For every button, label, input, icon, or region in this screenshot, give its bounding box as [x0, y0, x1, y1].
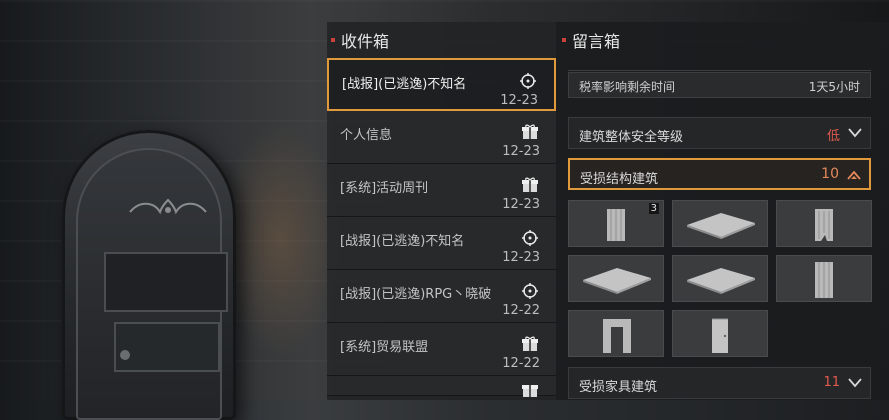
inbox-item-subject: [系统]活动周刊	[340, 181, 429, 196]
structure-tile[interactable]	[568, 255, 664, 302]
message-header[interactable]: 留言箱	[556, 22, 889, 57]
tax-timer-label: 税率影响剩余时间	[579, 80, 676, 94]
inbox-item[interactable]: [战报](已逃逸)不知名 12-23	[327, 58, 556, 111]
doorframe-icon	[603, 319, 631, 353]
crosshair-icon	[522, 230, 538, 246]
inbox-item[interactable]: [系统]贸易联盟 12-22	[327, 323, 556, 376]
background-light	[220, 120, 340, 360]
structure-tile[interactable]: 3	[568, 200, 664, 247]
safety-level-value: 低	[826, 129, 840, 144]
inbox-item[interactable]: 个人信息 12-23	[327, 111, 556, 164]
structure-tile[interactable]	[776, 200, 872, 247]
scrolled-row-edge	[568, 58, 871, 71]
inbox-item-subject: [战报](已逃逸)不知名	[340, 234, 465, 249]
damaged-furniture-section[interactable]: 受损家具建筑 11	[568, 367, 871, 399]
chevron-down-icon[interactable]	[848, 377, 862, 389]
structure-tile[interactable]	[776, 255, 872, 302]
floor-tile-icon	[687, 268, 755, 294]
inbox-panel: 收件箱 [战报](已逃逸)不知名 12-23 个人信息 12-23 [系统]活动…	[327, 22, 556, 400]
message-panel: 留言箱 税率影响剩余时间 1天5小时 建筑整体安全等级 低 受损结构建筑 10 …	[556, 22, 889, 400]
damaged-wall-icon	[815, 209, 833, 241]
tax-timer-value: 1天5小时	[808, 80, 860, 94]
inbox-item-date: 12-23	[502, 250, 540, 265]
gift-icon	[522, 177, 538, 192]
inbox-item-subject: [战报](已逃逸)不知名	[342, 77, 467, 92]
structure-tile[interactable]	[672, 200, 768, 247]
wall-panel-icon	[815, 262, 833, 298]
mailbox-ornament-icon	[129, 198, 207, 215]
inbox-item-date: 12-23	[502, 144, 540, 159]
inbox-item-date: 12-22	[502, 356, 540, 371]
gift-icon	[522, 124, 538, 139]
inbox-item[interactable]: [战报](已逃逸)不知名 12-23	[327, 217, 556, 270]
mailbox-lower-panel	[114, 322, 220, 372]
safety-level-section[interactable]: 建筑整体安全等级 低	[568, 117, 871, 149]
inbox-item[interactable]: [战报](已逃逸)RPG丶晓破 12-22	[327, 270, 556, 323]
crosshair-icon	[522, 283, 538, 299]
crosshair-icon	[520, 73, 536, 89]
inbox-list: [战报](已逃逸)不知名 12-23 个人信息 12-23 [系统]活动周刊 1…	[327, 58, 556, 397]
mailbox-model	[62, 130, 236, 420]
safety-level-label: 建筑整体安全等级	[579, 130, 684, 145]
header-marker-icon	[562, 37, 566, 42]
inbox-item[interactable]: [系统]活动周刊 12-23	[327, 164, 556, 217]
mailbox-door	[76, 148, 228, 420]
mailbox-knob	[120, 350, 130, 360]
inbox-item-subject: 个人信息	[340, 128, 393, 143]
chevron-down-icon[interactable]	[848, 127, 862, 139]
inbox-item-date: 12-22	[502, 303, 540, 318]
structure-tile[interactable]	[568, 310, 664, 357]
tile-count-badge: 3	[648, 203, 659, 214]
damaged-furniture-label: 受损家具建筑	[579, 380, 658, 395]
message-title: 留言箱	[572, 31, 621, 51]
inbox-header[interactable]: 收件箱	[327, 22, 556, 57]
inbox-item-partial[interactable]	[327, 376, 556, 397]
header-marker-icon	[331, 37, 335, 42]
damaged-structures-section[interactable]: 受损结构建筑 10	[568, 158, 871, 190]
door-icon	[712, 318, 728, 353]
tax-timer-row: 税率影响剩余时间 1天5小时	[568, 72, 871, 98]
damaged-structures-grid: 3	[568, 200, 874, 374]
gift-icon	[522, 385, 538, 397]
damaged-structures-count: 10	[821, 166, 839, 182]
damaged-furniture-count: 11	[823, 375, 840, 390]
inbox-item-date: 12-23	[502, 197, 540, 212]
structure-tile[interactable]	[672, 310, 768, 357]
floor-tile-icon	[687, 213, 755, 239]
gift-icon	[522, 336, 538, 351]
inbox-item-subject: [系统]贸易联盟	[340, 340, 429, 355]
structure-tile[interactable]	[672, 255, 768, 302]
inbox-item-subject: [战报](已逃逸)RPG丶晓破	[340, 287, 492, 302]
inbox-title: 收件箱	[341, 31, 390, 51]
inbox-item-date: 12-23	[500, 93, 538, 108]
mailbox-panel	[104, 252, 228, 312]
floor-tile-icon	[583, 268, 651, 294]
chevron-up-icon[interactable]	[847, 169, 861, 181]
damaged-structures-label: 受损结构建筑	[580, 172, 659, 187]
